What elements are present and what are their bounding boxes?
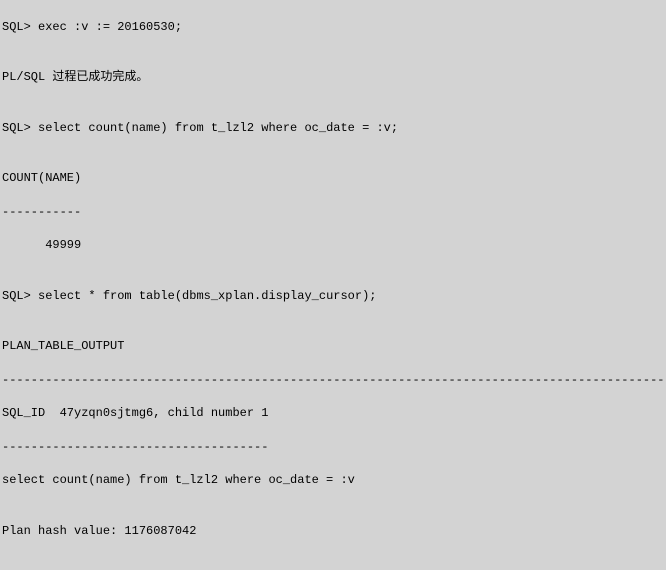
count-header: COUNT(NAME)	[2, 170, 664, 187]
terminal-output: SQL> exec :v := 20160530; PL/SQL 过程已成功完成…	[0, 0, 666, 570]
sql-command-line: SQL> exec :v := 20160530;	[2, 19, 664, 36]
sql-command-text: select * from table(dbms_xplan.display_c…	[38, 289, 376, 303]
query-echo: select count(name) from t_lzl2 where oc_…	[2, 472, 664, 489]
sql-command-line: SQL> select * from table(dbms_xplan.disp…	[2, 288, 664, 305]
sql-id-dashes: -------------------------------------	[2, 439, 664, 456]
sql-id-line: SQL_ID 47yzqn0sjtmg6, child number 1	[2, 405, 664, 422]
sql-command-text: select count(name) from t_lzl2 where oc_…	[38, 121, 398, 135]
sql-prompt: SQL>	[2, 289, 38, 303]
sql-command-line: SQL> select count(name) from t_lzl2 wher…	[2, 120, 664, 137]
separator-dashes: ----------------------------------------…	[2, 372, 664, 389]
sql-prompt: SQL>	[2, 20, 38, 34]
sql-command-text: exec :v := 20160530;	[38, 20, 182, 34]
plan-table-output-label: PLAN_TABLE_OUTPUT	[2, 338, 664, 355]
count-value: 49999	[2, 237, 664, 254]
sql-prompt: SQL>	[2, 121, 38, 135]
plsql-success-message: PL/SQL 过程已成功完成。	[2, 69, 664, 86]
plan-hash-value: Plan hash value: 1176087042	[2, 523, 664, 540]
count-header-dashes: -----------	[2, 204, 664, 221]
